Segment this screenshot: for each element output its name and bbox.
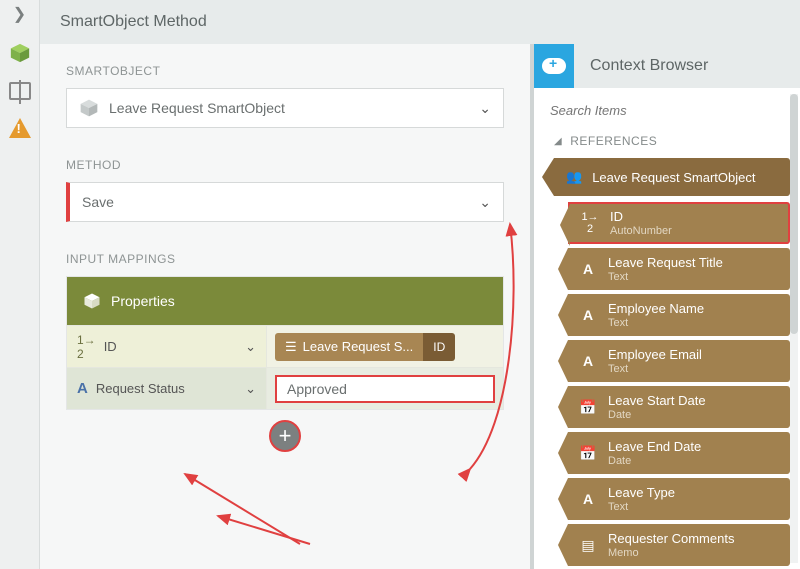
references-label: REFERENCES xyxy=(570,134,657,148)
section-label-smartobject: SMARTOBJECT xyxy=(66,64,504,78)
ref-item-label: Leave End Date xyxy=(608,439,701,454)
ref-item-label: ID xyxy=(610,209,623,224)
method-dropdown[interactable]: Save ⌄ xyxy=(66,182,504,222)
ref-item-type: Text xyxy=(608,271,723,283)
reference-field-list: 1→2IDAutoNumberALeave Request TitleTextA… xyxy=(568,202,790,566)
reference-field-item[interactable]: 📅Leave Start DateDate xyxy=(568,386,790,428)
reference-object-header[interactable]: 👥 Leave Request SmartObject xyxy=(554,158,790,196)
context-title: Context Browser xyxy=(590,57,708,75)
ref-item-type: Text xyxy=(608,363,702,375)
chevron-down-icon: ⌄ xyxy=(479,100,491,117)
collapse-panel-icon[interactable]: ❯ xyxy=(13,4,26,24)
scrollbar-thumb[interactable] xyxy=(790,94,798,334)
ref-item-label: Leave Type xyxy=(608,485,675,500)
smartobject-dropdown[interactable]: Leave Request SmartObject ⌄ xyxy=(66,88,504,128)
config-panel: SMARTOBJECT Leave Request SmartObject ⌄ … xyxy=(40,44,530,569)
mappings-header: Properties xyxy=(67,277,503,325)
ref-item-label: Employee Email xyxy=(608,347,702,362)
mappings-header-label: Properties xyxy=(111,293,175,309)
chip-source-label: Leave Request S... xyxy=(303,339,414,354)
mapping-prop-id-label: ID xyxy=(104,339,117,354)
input-mappings-table: Properties 1→2 ID ⌄ ☰ Leave xyxy=(66,276,504,410)
ref-item-type: Date xyxy=(608,409,706,421)
mapping-value-status[interactable]: Approved xyxy=(267,368,503,409)
mapping-prop-id[interactable]: 1→2 ID ⌄ xyxy=(67,326,267,367)
chip-field-label: ID xyxy=(423,333,455,361)
text-type-icon: A xyxy=(77,380,88,397)
ref-item-type: Memo xyxy=(608,547,734,559)
context-scrollbar[interactable] xyxy=(790,94,798,563)
mapping-row-id: 1→2 ID ⌄ ☰ Leave Request S... ID xyxy=(67,325,503,367)
ref-item-label: Leave Start Date xyxy=(608,393,706,408)
ref-item-type: Date xyxy=(608,455,701,467)
chevron-down-icon: ⌄ xyxy=(479,194,491,211)
cube-icon xyxy=(83,292,101,310)
add-mapping-button[interactable]: + xyxy=(269,420,301,452)
reference-field-item[interactable]: AEmployee EmailText xyxy=(568,340,790,382)
reference-field-item[interactable]: ▤Requester CommentsMemo xyxy=(568,524,790,566)
reference-object-label: Leave Request SmartObject xyxy=(592,170,755,185)
ref-item-type: AutoNumber xyxy=(610,225,672,237)
mapping-row-status: A Request Status ⌄ Approved xyxy=(67,367,503,409)
smartobject-cube-icon[interactable] xyxy=(9,42,31,64)
mapping-prop-status-label: Request Status xyxy=(96,381,185,396)
link-icon: ☰ xyxy=(285,339,297,355)
chevron-down-icon: ⌄ xyxy=(245,339,256,355)
mapping-value-id[interactable]: ☰ Leave Request S... ID xyxy=(267,326,503,367)
section-label-mappings: INPUT MAPPINGS xyxy=(66,252,504,266)
left-icon-bar: ❯ xyxy=(0,0,40,569)
autonumber-icon: 1→2 xyxy=(77,333,96,361)
cube-icon xyxy=(79,98,99,118)
context-search-input[interactable] xyxy=(550,100,784,120)
references-section-header[interactable]: ◢ REFERENCES xyxy=(554,134,790,148)
main-titlebar: SmartObject Method xyxy=(40,0,800,44)
main-title: SmartObject Method xyxy=(60,13,207,31)
ref-item-type: Text xyxy=(608,317,704,329)
group-icon: 👥 xyxy=(566,169,582,185)
mapping-chip-id[interactable]: ☰ Leave Request S... ID xyxy=(275,333,455,361)
ref-item-label: Employee Name xyxy=(608,301,704,316)
reference-field-item[interactable]: ALeave TypeText xyxy=(568,478,790,520)
chevron-down-icon: ⌄ xyxy=(245,381,256,397)
context-browser-panel: Context Browser ◢ REFERENCES 👥 Leave Req… xyxy=(534,44,800,569)
warning-icon[interactable] xyxy=(9,118,31,138)
reference-field-item[interactable]: ALeave Request TitleText xyxy=(568,248,790,290)
rename-icon[interactable] xyxy=(9,82,31,100)
reference-field-item[interactable]: 1→2IDAutoNumber xyxy=(568,202,790,244)
collapse-triangle-icon: ◢ xyxy=(554,136,562,147)
bubble-plus-icon xyxy=(542,58,566,74)
reference-field-item[interactable]: AEmployee NameText xyxy=(568,294,790,336)
context-titlebar: Context Browser xyxy=(534,44,800,88)
status-value-text[interactable]: Approved xyxy=(275,375,495,403)
reference-field-item[interactable]: 📅Leave End DateDate xyxy=(568,432,790,474)
ref-item-label: Requester Comments xyxy=(608,531,734,546)
section-label-method: METHOD xyxy=(66,158,504,172)
context-toggle-button[interactable] xyxy=(534,44,574,88)
mapping-prop-status[interactable]: A Request Status ⌄ xyxy=(67,368,267,409)
ref-item-type: Text xyxy=(608,501,675,513)
method-selected: Save xyxy=(82,194,479,210)
ref-item-label: Leave Request Title xyxy=(608,255,723,270)
smartobject-selected: Leave Request SmartObject xyxy=(109,100,479,116)
